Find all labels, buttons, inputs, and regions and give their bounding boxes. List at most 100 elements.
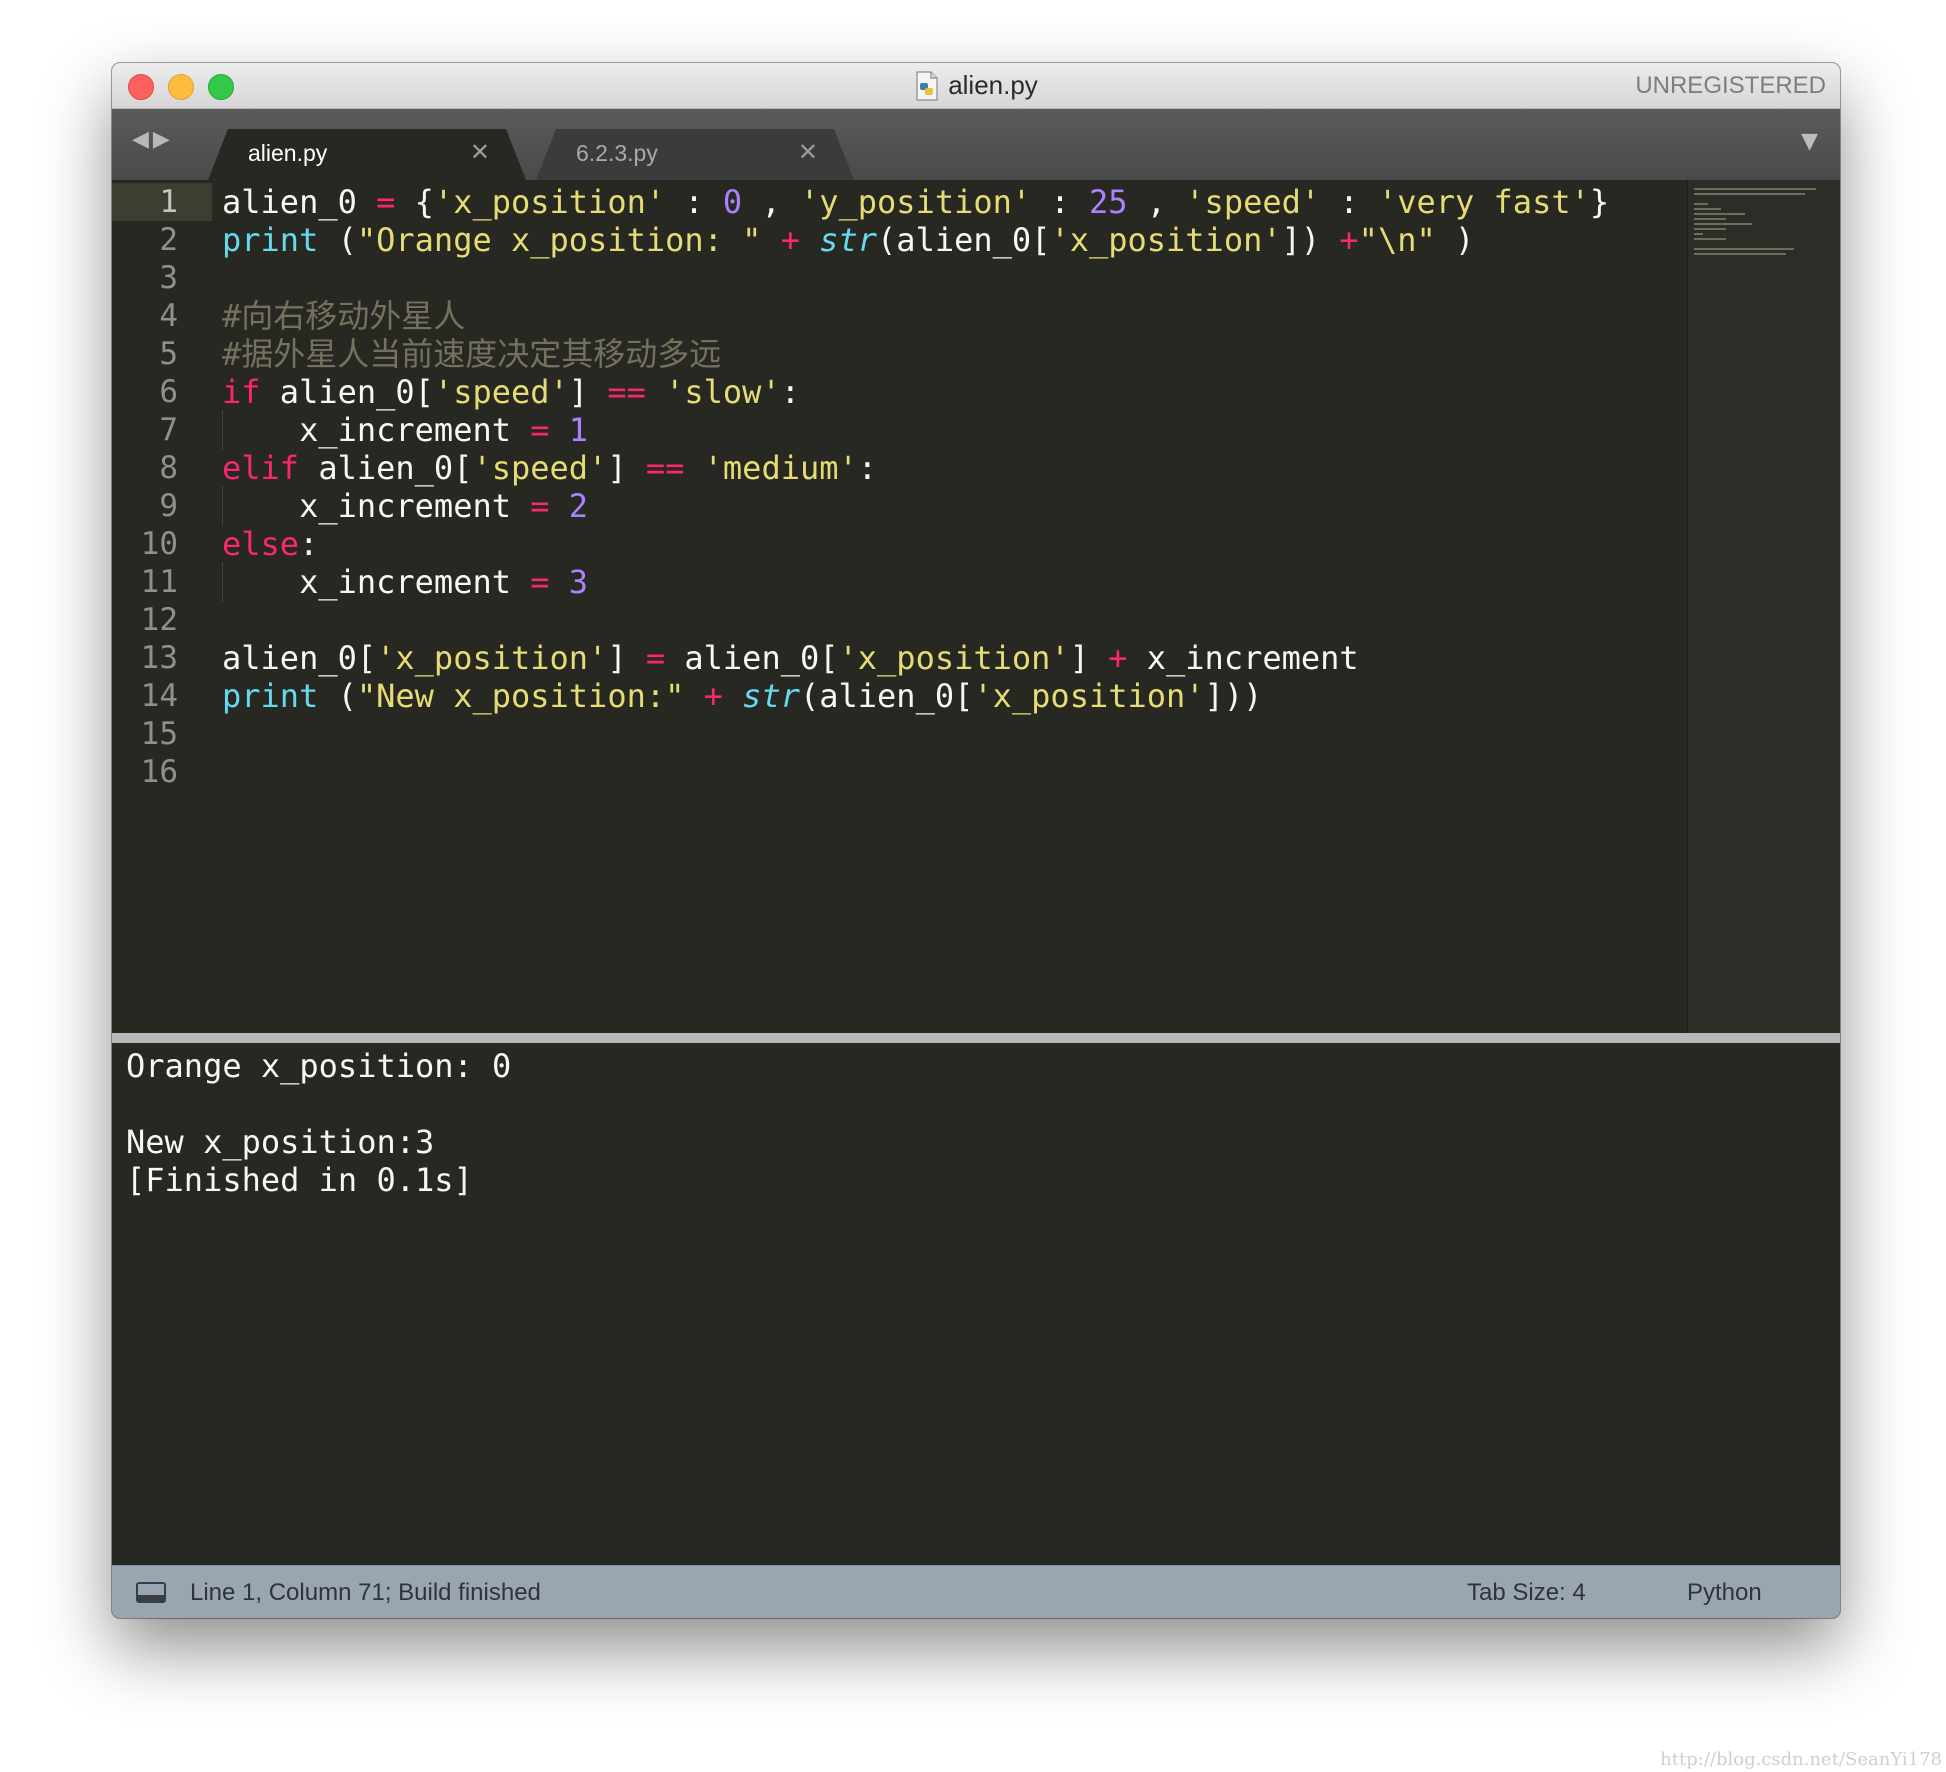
panel-toggle-icon[interactable] [136, 1582, 166, 1603]
code-token: = [645, 639, 666, 677]
code-line[interactable]: x_increment = 2 [222, 487, 588, 525]
minimap-line [1694, 248, 1795, 250]
code-token: , [742, 183, 800, 221]
code-token: alien_0 [222, 183, 377, 221]
code-token: 'very fast' [1377, 183, 1590, 221]
code-token: : [857, 449, 878, 487]
code-token: == [607, 373, 646, 411]
minimap-line [1694, 188, 1817, 190]
line-number[interactable]: 15 [112, 715, 178, 753]
code-token: ])) [1204, 677, 1263, 715]
line-number[interactable]: 11 [112, 563, 178, 601]
code-line[interactable]: x_increment = 3 [222, 563, 588, 601]
code-token: : [780, 373, 800, 411]
close-icon[interactable]: ✕ [798, 138, 818, 166]
code-token: ) [1435, 221, 1475, 259]
code-token: alien_0[ [222, 639, 377, 677]
code-line[interactable]: else: [222, 525, 318, 563]
line-number[interactable]: 4 [112, 297, 178, 335]
code-token: : [1320, 183, 1378, 221]
code-token: ] [1069, 639, 1109, 677]
code-token: #据外星人当前速度决定其移动多远 [222, 335, 722, 373]
minimap-line [1694, 233, 1703, 235]
code-token: str [742, 677, 800, 715]
code-token: "New x_position:" [356, 677, 685, 715]
line-number[interactable]: 8 [112, 449, 178, 487]
code-token: (alien_0[ [799, 677, 974, 715]
chevron-down-icon[interactable]: ▼ [1801, 129, 1818, 154]
syntax-indicator[interactable]: Python [1687, 1579, 1762, 1607]
code-token: + [780, 221, 800, 259]
code-token: 'y_position' [799, 183, 1032, 221]
line-number[interactable]: 7 [112, 411, 178, 449]
line-number-gutter[interactable]: 1 2 3 4 5 6 7 8 9 10 11 12 13 14 15 16 [112, 180, 186, 1033]
code-token: print [222, 677, 319, 715]
output-panel-divider[interactable] [112, 1033, 1840, 1043]
code-line[interactable]: if alien_0['speed'] == 'slow': [222, 373, 800, 411]
line-number[interactable]: 12 [112, 601, 178, 639]
code-token: = [530, 487, 550, 525]
code-token: ] [568, 373, 608, 411]
output-line: Orange x_position: 0 [126, 1047, 512, 1085]
line-number[interactable]: 10 [112, 525, 178, 563]
line-number[interactable]: 13 [112, 639, 178, 677]
code-token: + [1108, 639, 1128, 677]
code-token: x_increment [222, 563, 531, 601]
build-output-panel[interactable]: Orange x_position: 0 New x_position:3 [Fin… [116, 1043, 1836, 1565]
code-token: : [299, 525, 319, 563]
window-title-group: alien.py [112, 63, 1840, 108]
line-number[interactable]: 9 [112, 487, 178, 525]
output-line: [Finished in 0.1s] [126, 1161, 473, 1199]
code-token: 'x_position' [433, 183, 666, 221]
line-number[interactable]: 14 [112, 677, 178, 715]
code-editor[interactable]: 1 2 3 4 5 6 7 8 9 10 11 12 13 14 15 16 alien_0 = {'x_po… [112, 180, 1687, 1033]
code-token: 25 [1088, 183, 1128, 221]
code-token: = [530, 411, 550, 449]
line-number[interactable]: 2 [112, 221, 178, 259]
code-token: 'speed' [1185, 183, 1321, 221]
code-token: x_increment [1127, 639, 1359, 677]
code-token: 1 [568, 411, 589, 449]
code-token: 'speed' [472, 449, 608, 487]
code-token: + [703, 677, 723, 715]
minimap[interactable] [1687, 180, 1840, 1033]
left-right-arrows-icon[interactable]: ◀▶ [132, 127, 174, 152]
tab-label: 6.2.3.py [576, 140, 658, 166]
tab-alien-py[interactable]: alien.py ✕ [208, 129, 526, 180]
code-line[interactable]: alien_0['x_position'] = alien_0['x_posit… [222, 639, 1359, 677]
code-token: 'x_position' [1050, 221, 1282, 259]
code-line[interactable]: #向右移动外星人 [222, 297, 465, 335]
code-token: 'medium' [703, 449, 858, 487]
minimap-line [1694, 253, 1786, 255]
code-line[interactable]: print ("Orange x_position: " + str(alien… [222, 221, 1474, 259]
code-token: (alien_0[ [877, 221, 1051, 259]
code-line[interactable]: alien_0 = {'x_position' : 0 , 'y_positio… [222, 183, 1609, 221]
code-line[interactable]: x_increment = 1 [222, 411, 588, 449]
code-token: x_increment [222, 411, 531, 449]
code-token: 'speed' [433, 373, 569, 411]
code-token: ] [607, 449, 646, 487]
line-number[interactable]: 16 [112, 753, 178, 791]
code-token: : [665, 183, 723, 221]
title-bar[interactable]: alien.py UNREGISTERED [112, 63, 1840, 109]
code-token: 'slow' [665, 373, 781, 411]
code-token: { [395, 183, 434, 221]
minimap-line [1694, 238, 1727, 240]
minimap-line [1694, 193, 1805, 195]
line-number[interactable]: 3 [112, 259, 178, 297]
code-token: } [1589, 183, 1610, 221]
code-line[interactable]: elif alien_0['speed'] == 'medium': [222, 449, 877, 487]
line-number[interactable]: 1 [112, 183, 178, 221]
close-icon[interactable]: ✕ [470, 138, 490, 166]
tab-6-2-3-py[interactable]: 6.2.3.py ✕ [536, 129, 854, 180]
line-number[interactable]: 5 [112, 335, 178, 373]
line-number[interactable]: 6 [112, 373, 178, 411]
code-line[interactable]: #据外星人当前速度决定其移动多远 [222, 335, 721, 373]
code-line[interactable]: print ("New x_position:" + str(alien_0['… [222, 677, 1262, 715]
tab-size-indicator[interactable]: Tab Size: 4 [1467, 1579, 1586, 1607]
